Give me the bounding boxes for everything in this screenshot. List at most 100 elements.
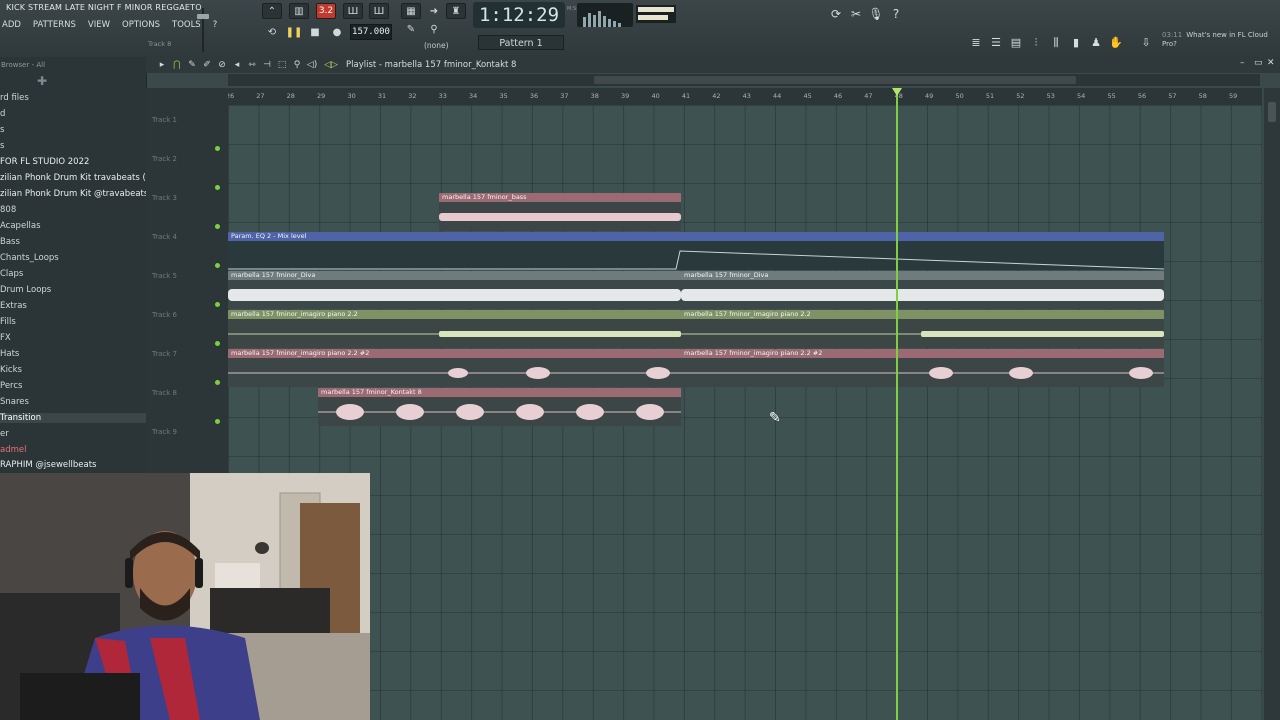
menu-add[interactable]: ADD [0, 18, 27, 32]
horizontal-scrollbar[interactable] [228, 74, 1260, 86]
vertical-scrollbar[interactable] [1264, 88, 1280, 720]
piano-roll-view-icon[interactable]: ▤ [1008, 35, 1024, 51]
track-led[interactable] [215, 185, 220, 190]
track-label[interactable]: Track 2 [152, 155, 177, 163]
playhead-line[interactable] [896, 88, 898, 720]
record-icon[interactable]: ● [327, 24, 347, 40]
ruler-bar-number[interactable]: 45 [803, 92, 811, 100]
browser-item-selected[interactable]: Transition [0, 413, 146, 423]
mixer-icon[interactable]: ⫶ [1028, 35, 1044, 51]
ruler-bar-number[interactable]: 28 [287, 92, 295, 100]
track-label[interactable]: Track 6 [152, 311, 177, 319]
plugin-icon[interactable]: ✂ [848, 6, 864, 22]
menu-patterns[interactable]: PATTERNS [27, 18, 82, 32]
audio-clip[interactable]: marbella 157 fminor_imagiro piano 2.2 #2 [228, 349, 681, 387]
close-icon[interactable]: ✕ [1267, 58, 1275, 68]
mute-icon[interactable]: ◂ [230, 57, 244, 73]
browser-item[interactable]: Fills [0, 317, 16, 327]
stop-icon[interactable]: ■ [305, 24, 325, 40]
ruler-bar-number[interactable]: 49 [925, 92, 933, 100]
step-edit-icon[interactable]: Ш [343, 3, 363, 19]
minimize-icon[interactable]: – [1240, 58, 1245, 68]
ruler-bar-number[interactable]: 29 [317, 92, 325, 100]
browser-item[interactable]: FX [0, 333, 11, 343]
playlist-icon[interactable]: ≣ [968, 35, 984, 51]
arrow-right-icon[interactable]: ➜ [424, 3, 444, 19]
audio-clip[interactable]: marbella 157 fminor_Diva [228, 271, 681, 309]
ruler-bar-number[interactable]: 57 [1168, 92, 1176, 100]
track-label[interactable]: Track 5 [152, 272, 177, 280]
pattern-selector[interactable]: Pattern 1 [478, 35, 564, 50]
audio-clip[interactable]: marbella 157 fminor_imagiro piano 2.2 [681, 310, 1164, 348]
playlist-grid[interactable]: marbella 157 fminor_bass Param. EQ 2 - M… [228, 105, 1262, 720]
track-label[interactable]: Track 9 [152, 428, 177, 436]
refresh-icon[interactable]: ⟳ [828, 6, 844, 22]
browser-item[interactable]: 808 [0, 205, 16, 215]
menu-help[interactable]: ? [207, 18, 224, 32]
browser-item[interactable]: d [0, 109, 5, 119]
slice-icon[interactable]: ⊣ [260, 57, 274, 73]
record-mode-button[interactable]: 3.2 [316, 3, 336, 19]
snap-none-label[interactable]: (none) [424, 41, 449, 50]
pause-icon[interactable]: ❚❚ [284, 24, 304, 40]
menu-view[interactable]: VIEW [82, 18, 116, 32]
typing-keyboard-icon[interactable]: Ш [369, 3, 389, 19]
select-icon[interactable]: ⬚ [275, 57, 289, 73]
mixer-cone-icon[interactable]: ♜ [446, 3, 466, 19]
audio-clip[interactable]: marbella 157 fminor_Diva [681, 271, 1164, 309]
paint-brush-icon[interactable]: ✐ [200, 57, 214, 73]
browser-item[interactable]: Percs [0, 381, 22, 391]
ruler-bar-number[interactable]: 50 [955, 92, 963, 100]
ruler-bar-number[interactable]: 59 [1229, 92, 1237, 100]
countdown-icon[interactable]: ▥ [289, 3, 309, 19]
browser-item[interactable]: s [0, 125, 4, 135]
ruler-bar-number[interactable]: 55 [1107, 92, 1115, 100]
browser-folder[interactable]: zilian Phonk Drum Kit travabeats (1) [0, 173, 146, 183]
track-label[interactable]: Track 4 [152, 233, 177, 241]
track-led[interactable] [215, 224, 220, 229]
ruler-bar-number[interactable]: 46 [834, 92, 842, 100]
ruler-bar-number[interactable]: 42 [712, 92, 720, 100]
track-led[interactable] [215, 380, 220, 385]
ruler-bar-number[interactable]: 38 [591, 92, 599, 100]
ruler-bar-number[interactable]: 52 [1016, 92, 1024, 100]
delete-icon[interactable]: ⊘ [215, 57, 229, 73]
track-led[interactable] [215, 146, 220, 151]
touch-icon[interactable]: ✋ [1108, 35, 1124, 51]
ruler-bar-number[interactable]: 39 [621, 92, 629, 100]
track-led[interactable] [215, 419, 220, 424]
tempo-display[interactable]: 157.000 [350, 24, 392, 40]
microphone-icon[interactable]: 🎙 [868, 6, 884, 22]
add-plus-icon[interactable]: ✚ [37, 74, 47, 88]
magnet-icon[interactable]: ⋂ [170, 57, 184, 73]
ruler-bar-number[interactable]: 32 [408, 92, 416, 100]
ruler-bar-number[interactable]: 47 [864, 92, 872, 100]
browser-item[interactable]: Hats [0, 349, 19, 359]
ruler-bar-number[interactable]: 53 [1047, 92, 1055, 100]
ruler-bar-number[interactable]: 34 [469, 92, 477, 100]
track-led[interactable] [215, 302, 220, 307]
news-panel[interactable]: 03:11 What's new in FL Cloud Pro? [1162, 31, 1272, 49]
playback-icon[interactable]: ◁) [305, 57, 319, 73]
menu-arrow-icon[interactable]: ▸ [155, 57, 169, 73]
song-time-display[interactable]: 1:12:29 [473, 2, 565, 28]
browser-item[interactable]: Kicks [0, 365, 22, 375]
ruler-bar-number[interactable]: 58 [1199, 92, 1207, 100]
track-label[interactable]: Track 7 [152, 350, 177, 358]
metronome-wave-icon[interactable]: ⌃ [262, 3, 282, 19]
ruler-bar-number[interactable]: 51 [986, 92, 994, 100]
browser-folder[interactable]: FOR FL STUDIO 2022 [0, 157, 89, 167]
master-volume-slider[interactable] [197, 6, 209, 52]
mixer-sliders-icon[interactable]: ⫼ [1048, 35, 1064, 51]
browser-item[interactable]: er [0, 429, 9, 439]
channel-rack-icon[interactable]: ☰ [988, 35, 1004, 51]
ruler-bar-number[interactable]: 40 [651, 92, 659, 100]
slip-icon[interactable]: ⇿ [245, 57, 259, 73]
browser-item[interactable]: Drum Loops [0, 285, 51, 295]
browser-item[interactable]: rd files [0, 93, 29, 103]
pencil-icon[interactable]: ✎ [401, 21, 421, 37]
track-led[interactable] [215, 341, 220, 346]
browser-item[interactable]: Chants_Loops [0, 253, 59, 263]
automation-clip[interactable]: Param. EQ 2 - Mix level [228, 232, 1164, 270]
playhead-marker[interactable] [892, 88, 902, 96]
